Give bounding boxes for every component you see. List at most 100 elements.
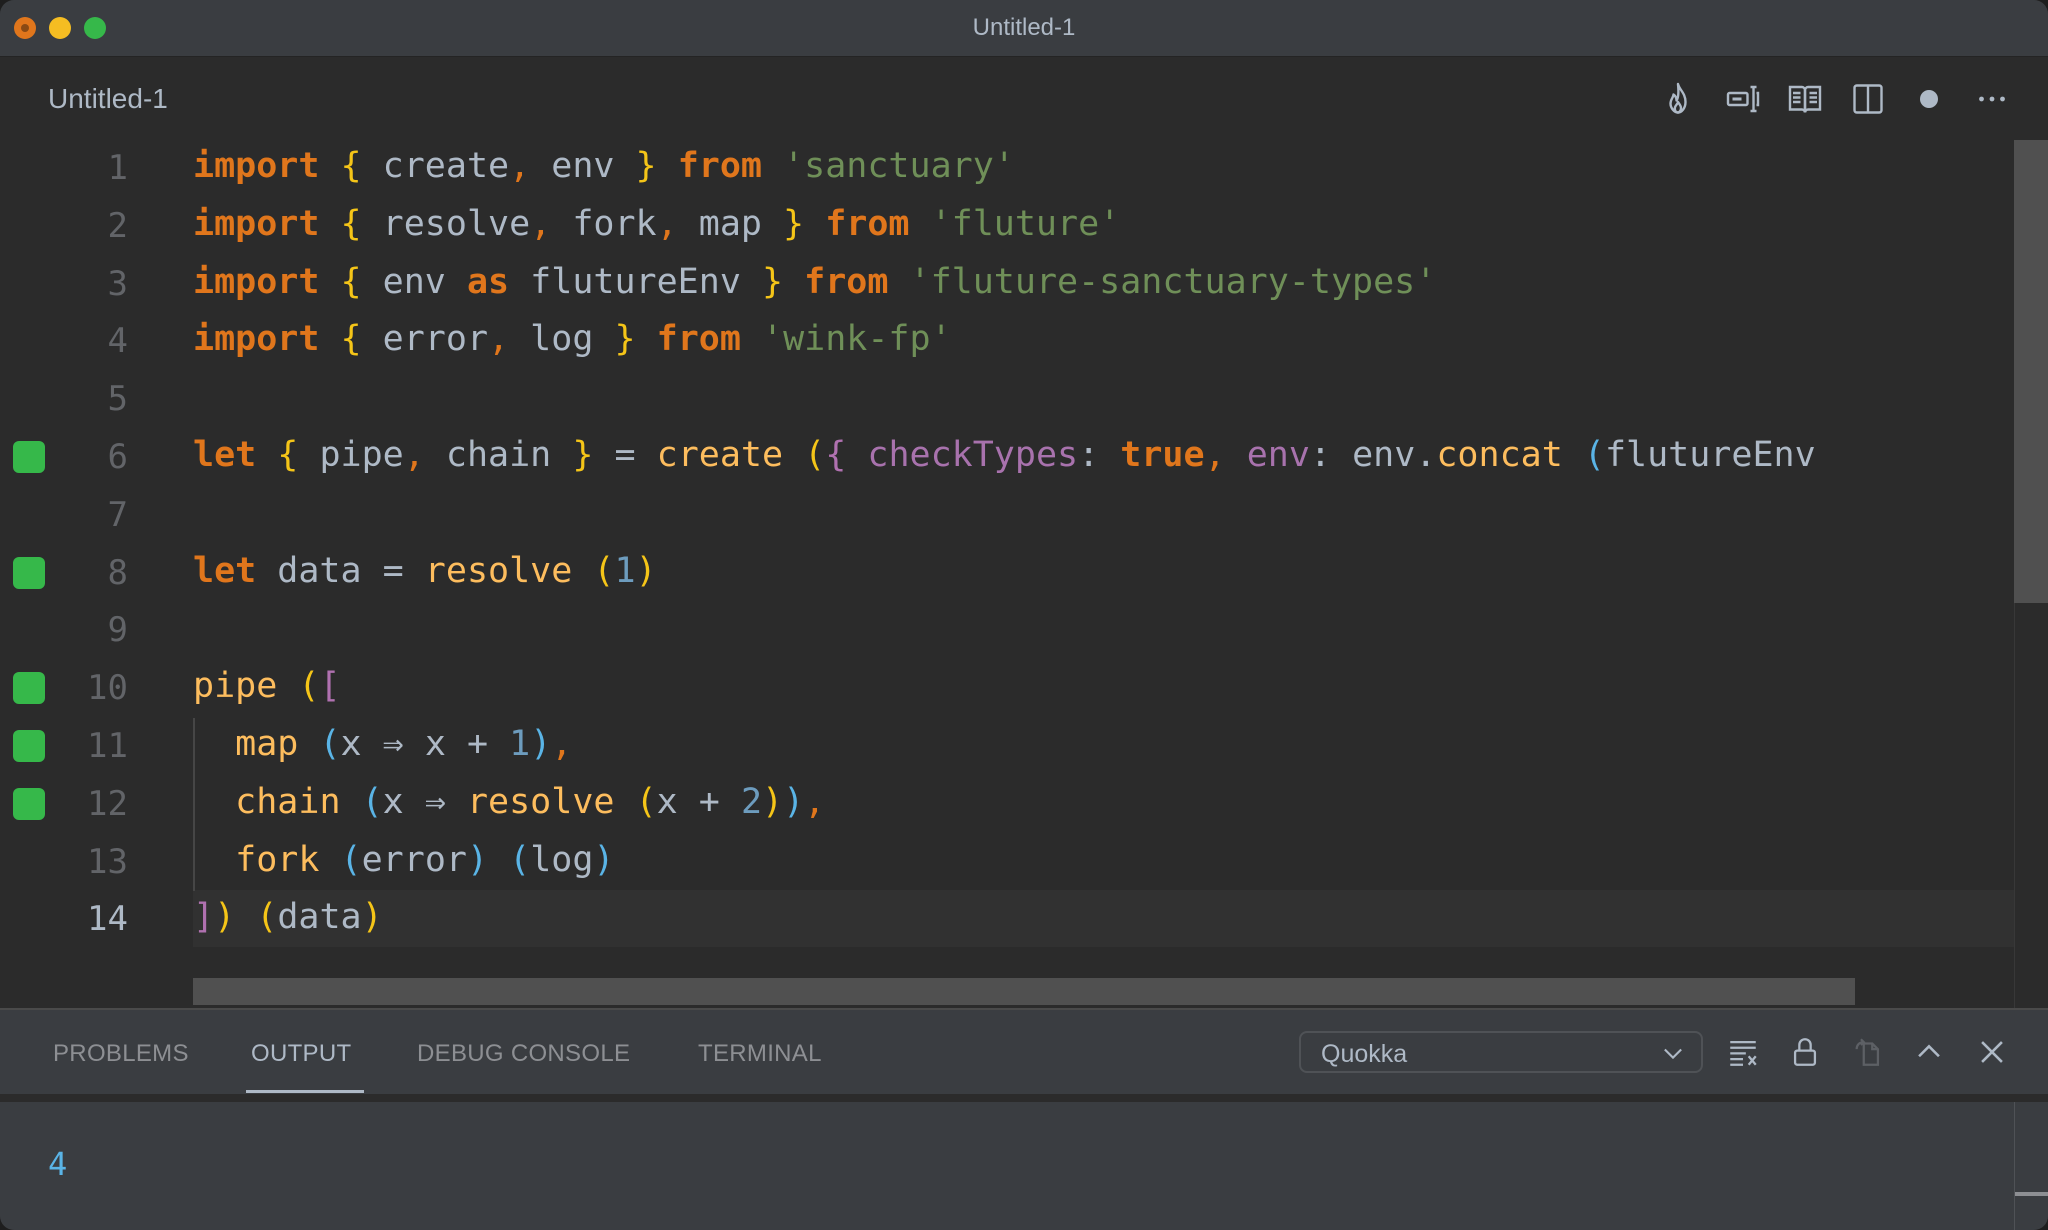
code-token: import: [193, 261, 320, 302]
code-token: [: [319, 666, 341, 707]
code-token: ): [762, 781, 784, 822]
editor-tab-bar: Untitled-1: [0, 57, 2048, 140]
code-token: as: [466, 261, 510, 302]
panel-tab-output[interactable]: OUTPUT: [251, 1040, 351, 1068]
code-token: :: [1078, 435, 1121, 475]
vscode-window: Untitled-1 Untitled-1 1 import {create,…: [0, 0, 2048, 1230]
code-line[interactable]: import { resolve, fork, map } from 'flut…: [193, 204, 1120, 244]
code-token: : env.: [1309, 435, 1437, 475]
code-token: (: [340, 839, 362, 880]
code-token: env: [530, 146, 636, 186]
output-text: 4: [48, 1145, 68, 1183]
code-token: flutureEnv: [509, 261, 762, 302]
code-token: from: [825, 203, 910, 244]
code-token: fork: [235, 839, 320, 880]
lock-scroll-icon[interactable]: [1785, 1032, 1825, 1072]
output-scrollbar-thumb[interactable]: [2015, 1192, 2048, 1196]
code-token: map: [677, 203, 784, 244]
code-token: ,: [804, 781, 826, 822]
code-token: {: [340, 146, 362, 186]
code-line[interactable]: chain (x ⇒ resolve (x + 2)),: [193, 782, 825, 822]
bottom-panel: PROBLEMS OUTPUT DEBUG CONSOLE TERMINAL Q…: [0, 1008, 2048, 1230]
code-token: (: [1583, 435, 1605, 475]
window-title: Untitled-1: [972, 14, 1076, 41]
line-number: 5: [107, 379, 128, 420]
split-editor-icon[interactable]: [1848, 79, 1888, 119]
code-line[interactable]: ]) (data): [193, 897, 383, 937]
code-token: log: [509, 319, 615, 360]
code-line[interactable]: fork (error) (log): [193, 839, 614, 880]
code-token: create: [656, 435, 784, 475]
code-token: }: [572, 435, 594, 475]
rename-symbol-icon[interactable]: [1723, 79, 1763, 119]
code-line[interactable]: map (x ⇒ x + 1),: [193, 724, 572, 764]
more-actions-icon[interactable]: [1972, 79, 2012, 119]
code-token: ): [361, 897, 383, 938]
code-line[interactable]: let { pipe, chain } = create ({ checkTyp…: [193, 435, 1816, 475]
code-token: ,: [656, 203, 678, 244]
code-token: ): [466, 839, 489, 880]
quokka-flame-icon[interactable]: [1658, 79, 1698, 119]
code-line[interactable]: import { create, env } from 'sanctuary': [193, 146, 1015, 186]
code-token: chain: [424, 435, 573, 475]
panel-tab-terminal[interactable]: TERMINAL: [698, 1040, 822, 1068]
vertical-scrollbar-thumb[interactable]: [2014, 140, 2048, 603]
code-token: ): [214, 897, 236, 938]
code-token: resolve: [424, 550, 573, 591]
code-token: create: [361, 146, 510, 186]
code-line[interactable]: import { env as flutureEnv } from 'flutu…: [193, 262, 1436, 302]
clear-output-icon[interactable]: [1723, 1032, 1763, 1072]
code-token: (: [256, 897, 278, 938]
horizontal-scrollbar-thumb[interactable]: [193, 978, 1855, 1005]
open-preview-icon[interactable]: [1785, 79, 1825, 119]
code-token: import: [193, 203, 320, 244]
active-tab-indicator: [246, 1090, 364, 1093]
code-line[interactable]: let data = resolve (1): [193, 551, 657, 591]
line-number: 6: [107, 437, 128, 477]
code-token: x ⇒ x +: [340, 724, 510, 764]
code-token: (: [298, 666, 320, 707]
code-token: ]: [193, 897, 215, 938]
code-token: ): [530, 724, 552, 764]
panel-tab-debug-console[interactable]: DEBUG CONSOLE: [417, 1040, 630, 1068]
code-token: ,: [530, 203, 552, 244]
maximize-panel-icon[interactable]: [1909, 1032, 1949, 1072]
panel-tab-problems[interactable]: PROBLEMS: [53, 1040, 189, 1068]
code-token: error: [361, 319, 489, 360]
unsaved-dot-icon[interactable]: [1909, 79, 1949, 119]
code-token: }: [783, 203, 805, 244]
output-channel-select[interactable]: Quokka: [1299, 1031, 1703, 1073]
code-token: ,: [509, 146, 531, 186]
code-token: fork: [551, 203, 657, 244]
line-number: 7: [107, 494, 128, 535]
code-token: }: [761, 261, 784, 302]
close-panel-icon[interactable]: [1972, 1032, 2012, 1072]
code-token: flutureEnv: [1604, 435, 1816, 475]
current-line-highlight: [193, 890, 2014, 948]
code-line[interactable]: pipe ([: [193, 666, 341, 706]
code-token: ,: [403, 435, 425, 475]
code-line[interactable]: import { error, log } from 'wink-fp': [193, 319, 952, 359]
code-token: x ⇒: [382, 781, 467, 822]
code-token: chain: [235, 781, 341, 822]
code-token: 1: [614, 550, 636, 591]
code-token: env: [361, 261, 467, 302]
code-token: 1: [509, 724, 531, 764]
editor-tab-untitled[interactable]: Untitled-1: [48, 83, 168, 115]
open-log-file-icon[interactable]: [1848, 1032, 1888, 1072]
code-token: concat: [1436, 435, 1563, 475]
code-editor[interactable]: 1 import { create, env } from 'sanctuary'…: [0, 140, 2048, 1008]
chevron-down-icon: [1664, 1048, 1682, 1060]
code-token: (: [509, 839, 531, 880]
